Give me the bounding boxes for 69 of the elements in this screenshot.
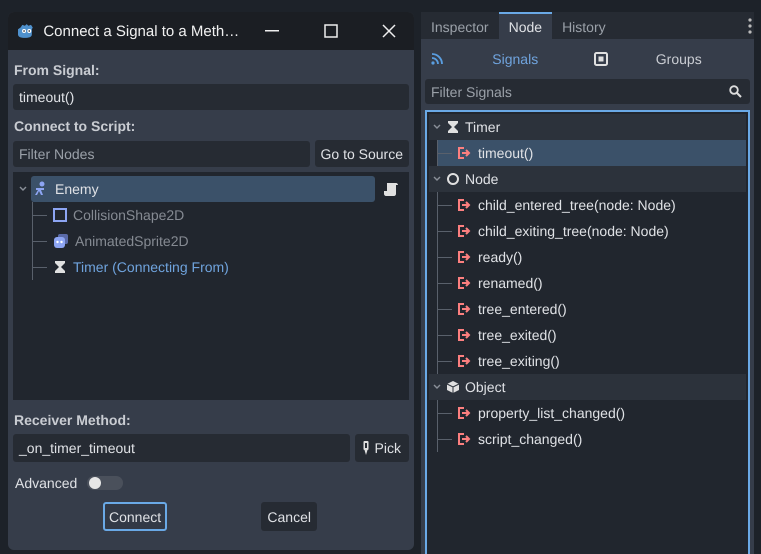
chevron-icon[interactable]	[433, 384, 441, 390]
class-name: Node	[465, 171, 498, 187]
advanced-label: Advanced	[15, 475, 78, 491]
method-field[interactable]: _on_timer_timeout	[13, 434, 350, 462]
signal-arrow-icon	[458, 407, 472, 419]
go-to-source-button[interactable]: Go to Source	[314, 140, 409, 167]
class-name: Timer	[465, 119, 500, 135]
signal-arrow-icon	[458, 303, 472, 315]
more-options-icon[interactable]	[748, 18, 752, 34]
cube-icon	[446, 380, 460, 394]
dialog-button[interactable]: Cancel	[261, 502, 317, 531]
minimize-icon	[265, 30, 280, 32]
class-row[interactable]: Node	[429, 166, 746, 192]
signal-item[interactable]: child_exiting_tree(node: Node)	[438, 218, 746, 244]
tree-item[interactable]: Timer (Connecting From)	[53, 254, 229, 280]
signal-arrow-icon	[458, 251, 472, 263]
section-label: From Signal:	[14, 62, 101, 78]
signal-arrow-icon	[458, 147, 472, 159]
signal-waves-icon	[431, 53, 443, 65]
signal-item[interactable]: tree_exiting()	[438, 348, 746, 374]
node-name: AnimatedSprite2D	[75, 233, 189, 249]
signal-item[interactable]: timeout()	[438, 140, 746, 166]
filter-signals-field[interactable]: Filter Signals	[425, 79, 750, 104]
hourglass-icon	[446, 120, 460, 134]
class-row[interactable]: Object	[429, 374, 746, 400]
signal-field[interactable]: timeout()	[13, 84, 409, 110]
advanced-toggle[interactable]	[87, 476, 124, 490]
close-icon	[382, 24, 396, 38]
panel-tab[interactable]: History	[552, 12, 616, 39]
signal-item[interactable]: renamed()	[438, 270, 746, 296]
section-label: Receiver Method:	[14, 412, 132, 428]
sub-tab[interactable]: Signals	[425, 45, 588, 73]
class-row[interactable]: Timer	[429, 114, 746, 140]
signal-arrow-icon	[458, 329, 472, 341]
chevron-icon[interactable]	[19, 186, 27, 192]
signal-arrow-icon	[458, 277, 472, 289]
sub-tab[interactable]: Groups	[588, 45, 750, 73]
node-name: Enemy	[55, 181, 99, 197]
hourglass-icon	[53, 260, 67, 274]
signal-item[interactable]: tree_entered()	[438, 296, 746, 322]
tree-item[interactable]: Enemy	[31, 176, 375, 202]
dialog-button[interactable]: Connect	[103, 502, 168, 531]
circle-icon	[446, 172, 460, 186]
maximize-icon	[324, 24, 338, 38]
signal-arrow-icon	[458, 199, 472, 211]
signal-item[interactable]: ready()	[438, 244, 746, 270]
signal-item[interactable]: property_list_changed()	[438, 400, 746, 426]
search-icon	[729, 85, 742, 98]
signal-item[interactable]: script_changed()	[438, 426, 746, 452]
node-name: Timer (Connecting From)	[73, 259, 229, 275]
signal-arrow-icon	[458, 355, 472, 367]
section-label: Connect to Script:	[14, 118, 136, 134]
node-name: CollisionShape2D	[73, 207, 184, 223]
pipette-icon	[362, 441, 369, 455]
panel-tab[interactable]: Inspector	[421, 12, 499, 39]
panel-tab[interactable]: Node	[498, 12, 552, 39]
window-title: Connect a Signal to a Meth…	[43, 22, 240, 40]
signal-arrow-icon	[458, 433, 472, 445]
signal-item[interactable]: tree_exited()	[438, 322, 746, 348]
chevron-icon[interactable]	[433, 176, 441, 182]
class-name: Object	[465, 379, 506, 395]
robot-logo-icon	[18, 22, 36, 40]
pick-button[interactable]: Pick	[354, 434, 409, 462]
sprite-face-icon	[53, 233, 69, 249]
filter-nodes-field[interactable]: Filter Nodes	[13, 140, 310, 166]
signal-arrow-icon	[458, 225, 472, 237]
square-icon	[53, 208, 67, 222]
chevron-icon[interactable]	[433, 124, 441, 130]
signal-item[interactable]: child_entered_tree(node: Node)	[438, 192, 746, 218]
